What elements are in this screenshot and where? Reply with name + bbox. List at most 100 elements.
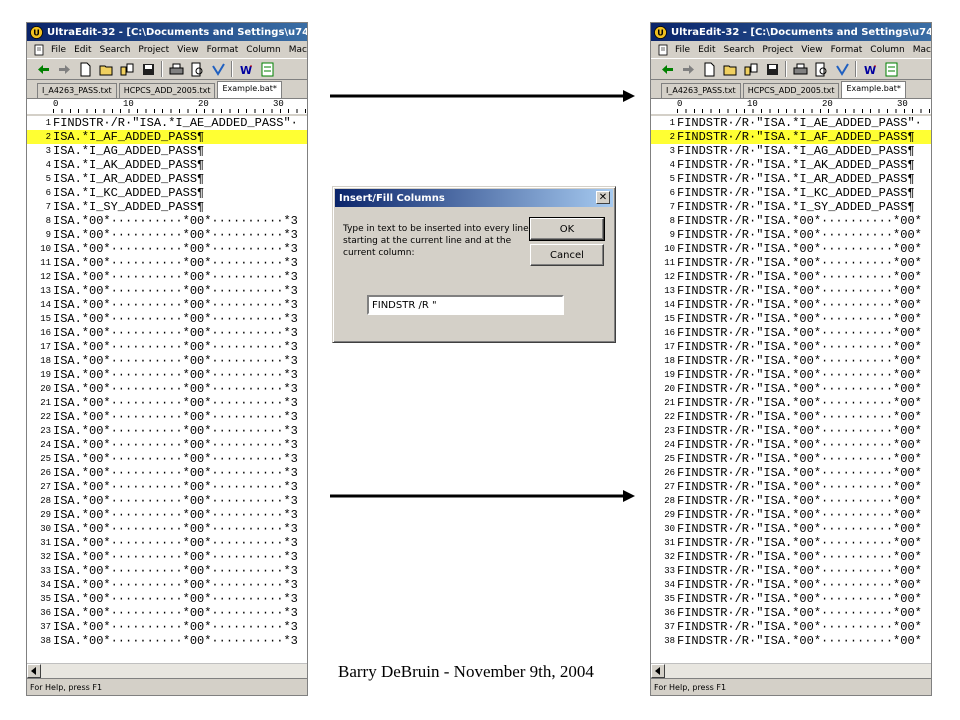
menu-view[interactable]: View xyxy=(173,45,202,55)
horizontal-scrollbar[interactable] xyxy=(27,663,307,678)
code-line[interactable]: 24 ISA.*00*··········*00*··········*3 xyxy=(27,438,307,452)
code-line[interactable]: 18 ISA.*00*··········*00*··········*3 xyxy=(27,354,307,368)
code-line[interactable]: 37 ISA.*00*··········*00*··········*3 xyxy=(27,620,307,634)
code-line[interactable]: 34 FINDSTR·/R·"ISA.*00*··········*00* xyxy=(651,578,931,592)
code-line[interactable]: 19 ISA.*00*··········*00*··········*3 xyxy=(27,368,307,382)
code-line[interactable]: 28 ISA.*00*··········*00*··········*3 xyxy=(27,494,307,508)
code-line[interactable]: 2 FINDSTR·/R·"ISA.*I_AF_ADDED_PASS¶ xyxy=(651,130,931,144)
code-line[interactable]: 26 FINDSTR·/R·"ISA.*00*··········*00* xyxy=(651,466,931,480)
code-line[interactable]: 20 ISA.*00*··········*00*··········*3 xyxy=(27,382,307,396)
code-line[interactable]: 7 ISA.*I_SY_ADDED_PASS¶ xyxy=(27,200,307,214)
document-icon[interactable] xyxy=(657,44,669,56)
tab-file-3-active[interactable]: Example.bat* xyxy=(841,81,906,98)
insert-text-field[interactable]: FINDSTR /R " xyxy=(367,295,564,315)
menu-edit[interactable]: Edit xyxy=(694,45,719,55)
code-line[interactable]: 37 FINDSTR·/R·"ISA.*00*··········*00* xyxy=(651,620,931,634)
code-line[interactable]: 7 FINDSTR·/R·"ISA.*I_SY_ADDED_PASS¶ xyxy=(651,200,931,214)
save-icon[interactable] xyxy=(140,61,156,77)
menu-file[interactable]: File xyxy=(671,45,694,55)
code-line[interactable]: 21 FINDSTR·/R·"ISA.*00*··········*00* xyxy=(651,396,931,410)
print-icon[interactable] xyxy=(792,61,808,77)
code-line[interactable]: 6 ISA.*I_KC_ADDED_PASS¶ xyxy=(27,186,307,200)
code-line[interactable]: 4 ISA.*I_AK_ADDED_PASS¶ xyxy=(27,158,307,172)
forward-arrow-icon[interactable] xyxy=(680,61,696,77)
code-line[interactable]: 14 FINDSTR·/R·"ISA.*00*··········*00* xyxy=(651,298,931,312)
code-line[interactable]: 30 FINDSTR·/R·"ISA.*00*··········*00* xyxy=(651,522,931,536)
menu-column[interactable]: Column xyxy=(866,45,908,55)
code-line[interactable]: 34 ISA.*00*··········*00*··········*3 xyxy=(27,578,307,592)
code-line[interactable]: 5 FINDSTR·/R·"ISA.*I_AR_ADDED_PASS¶ xyxy=(651,172,931,186)
code-line[interactable]: 3 ISA.*I_AG_ADDED_PASS¶ xyxy=(27,144,307,158)
code-line[interactable]: 13 ISA.*00*··········*00*··········*3 xyxy=(27,284,307,298)
menu-format[interactable]: Format xyxy=(827,45,867,55)
code-line[interactable]: 13 FINDSTR·/R·"ISA.*00*··········*00* xyxy=(651,284,931,298)
code-line[interactable]: 28 FINDSTR·/R·"ISA.*00*··········*00* xyxy=(651,494,931,508)
tab-file-2[interactable]: HCPCS_ADD_2005.txt xyxy=(118,83,216,98)
code-line[interactable]: 6 FINDSTR·/R·"ISA.*I_KC_ADDED_PASS¶ xyxy=(651,186,931,200)
open-folder-icon[interactable] xyxy=(98,61,114,77)
menu-macro[interactable]: Macro xyxy=(909,45,931,55)
cancel-button[interactable]: Cancel xyxy=(530,244,604,266)
code-line[interactable]: 9 FINDSTR·/R·"ISA.*00*··········*00* xyxy=(651,228,931,242)
menu-format[interactable]: Format xyxy=(203,45,243,55)
menu-search[interactable]: Search xyxy=(720,45,759,55)
menu-macro[interactable]: Macro xyxy=(285,45,307,55)
hex-mode-icon[interactable] xyxy=(259,61,275,77)
back-arrow-icon[interactable] xyxy=(659,61,675,77)
scroll-left-icon[interactable] xyxy=(651,664,665,678)
code-line[interactable]: 3 FINDSTR·/R·"ISA.*I_AG_ADDED_PASS¶ xyxy=(651,144,931,158)
code-line[interactable]: 25 FINDSTR·/R·"ISA.*00*··········*00* xyxy=(651,452,931,466)
code-line[interactable]: 10 FINDSTR·/R·"ISA.*00*··········*00* xyxy=(651,242,931,256)
forward-arrow-icon[interactable] xyxy=(56,61,72,77)
open-folder-icon[interactable] xyxy=(722,61,738,77)
menu-view[interactable]: View xyxy=(797,45,826,55)
new-file-icon[interactable] xyxy=(701,61,717,77)
code-line[interactable]: 8 FINDSTR·/R·"ISA.*00*··········*00* xyxy=(651,214,931,228)
code-line[interactable]: 22 ISA.*00*··········*00*··········*3 xyxy=(27,410,307,424)
word-wrap-icon[interactable]: W xyxy=(238,61,254,77)
text-editor-area[interactable]: 1 FINDSTR·/R·"ISA.*I_AE_ADDED_PASS"· 2 FIND… xyxy=(651,116,931,663)
code-line[interactable]: 23 ISA.*00*··········*00*··········*3 xyxy=(27,424,307,438)
code-line[interactable]: 1 FINDSTR·/R·"ISA.*I_AE_ADDED_PASS"· xyxy=(651,116,931,130)
code-line[interactable]: 35 FINDSTR·/R·"ISA.*00*··········*00* xyxy=(651,592,931,606)
code-line[interactable]: 33 FINDSTR·/R·"ISA.*00*··········*00* xyxy=(651,564,931,578)
code-line[interactable]: 36 FINDSTR·/R·"ISA.*00*··········*00* xyxy=(651,606,931,620)
menu-file[interactable]: File xyxy=(47,45,70,55)
open-file-icon[interactable] xyxy=(743,61,759,77)
hex-mode-icon[interactable] xyxy=(883,61,899,77)
menu-search[interactable]: Search xyxy=(96,45,135,55)
code-line[interactable]: 26 ISA.*00*··········*00*··········*3 xyxy=(27,466,307,480)
document-icon[interactable] xyxy=(33,44,45,56)
code-line[interactable]: 24 FINDSTR·/R·"ISA.*00*··········*00* xyxy=(651,438,931,452)
horizontal-scrollbar[interactable] xyxy=(651,663,931,678)
code-line[interactable]: 5 ISA.*I_AR_ADDED_PASS¶ xyxy=(27,172,307,186)
code-line[interactable]: 32 ISA.*00*··········*00*··········*3 xyxy=(27,550,307,564)
code-line[interactable]: 20 FINDSTR·/R·"ISA.*00*··········*00* xyxy=(651,382,931,396)
code-line[interactable]: 17 ISA.*00*··········*00*··········*3 xyxy=(27,340,307,354)
text-editor-area[interactable]: 1 FINDSTR·/R·"ISA.*I_AE_ADDED_PASS"· 2 ISA.… xyxy=(27,116,307,663)
tab-file-1[interactable]: I_A4263_PASS.txt xyxy=(37,83,117,98)
code-line[interactable]: 33 ISA.*00*··········*00*··········*3 xyxy=(27,564,307,578)
menu-column[interactable]: Column xyxy=(242,45,284,55)
print-preview-icon[interactable] xyxy=(813,61,829,77)
code-line[interactable]: 27 ISA.*00*··········*00*··········*3 xyxy=(27,480,307,494)
word-wrap-icon[interactable]: W xyxy=(862,61,878,77)
menu-edit[interactable]: Edit xyxy=(70,45,95,55)
code-line[interactable]: 31 ISA.*00*··········*00*··········*3 xyxy=(27,536,307,550)
close-icon[interactable]: ✕ xyxy=(596,191,610,204)
code-line[interactable]: 31 FINDSTR·/R·"ISA.*00*··········*00* xyxy=(651,536,931,550)
code-line[interactable]: 8 ISA.*00*··········*00*··········*3 xyxy=(27,214,307,228)
code-line[interactable]: 16 ISA.*00*··········*00*··········*3 xyxy=(27,326,307,340)
back-arrow-icon[interactable] xyxy=(35,61,51,77)
code-line[interactable]: 27 FINDSTR·/R·"ISA.*00*··········*00* xyxy=(651,480,931,494)
code-line[interactable]: 15 ISA.*00*··········*00*··········*3 xyxy=(27,312,307,326)
tab-file-1[interactable]: I_A4263_PASS.txt xyxy=(661,83,741,98)
print-preview-icon[interactable] xyxy=(189,61,205,77)
save-icon[interactable] xyxy=(764,61,780,77)
tab-file-2[interactable]: HCPCS_ADD_2005.txt xyxy=(742,83,840,98)
code-line[interactable]: 2 ISA.*I_AF_ADDED_PASS¶ xyxy=(27,130,307,144)
code-line[interactable]: 1 FINDSTR·/R·"ISA.*I_AE_ADDED_PASS"· xyxy=(27,116,307,130)
code-line[interactable]: 16 FINDSTR·/R·"ISA.*00*··········*00* xyxy=(651,326,931,340)
code-line[interactable]: 29 ISA.*00*··········*00*··········*3 xyxy=(27,508,307,522)
tab-file-3-active[interactable]: Example.bat* xyxy=(217,81,282,98)
